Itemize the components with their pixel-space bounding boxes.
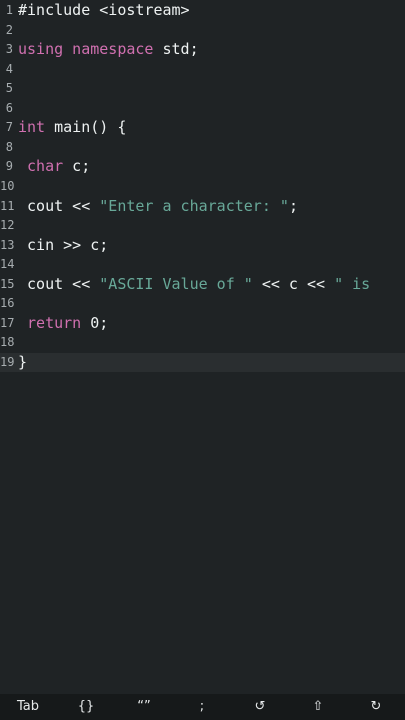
tab-key[interactable]: Tab xyxy=(4,694,52,720)
code-line[interactable]: 12 xyxy=(0,216,405,236)
code-token: ; xyxy=(288,196,298,215)
line-number: 13 xyxy=(0,237,15,252)
code-token: std; xyxy=(153,40,199,59)
semicolon-key[interactable]: ; xyxy=(178,694,226,720)
line-number: 14 xyxy=(0,257,15,272)
undo-key[interactable]: ↺ xyxy=(236,694,284,720)
code-line[interactable]: 14 xyxy=(0,255,405,275)
line-number: 11 xyxy=(0,198,15,213)
code-token: cout << xyxy=(18,274,100,293)
line-number: 9 xyxy=(5,159,13,174)
code-line[interactable]: 2 xyxy=(0,21,405,41)
code-text: using namespace std; xyxy=(18,40,199,60)
keyword-token: using namespace xyxy=(18,40,154,59)
line-number: 15 xyxy=(0,276,15,291)
code-line[interactable]: 7 int main() { xyxy=(0,118,405,138)
code-line[interactable]: 3 using namespace std; xyxy=(0,40,405,60)
line-number: 2 xyxy=(5,22,13,37)
line-number: 10 xyxy=(0,178,15,193)
shift-key[interactable]: ⇧ xyxy=(294,694,342,720)
string-token: "ASCII Value of " xyxy=(99,274,253,293)
code-token: #include <iostream> xyxy=(18,1,190,19)
line-number: 8 xyxy=(5,139,13,154)
keyword-token: return xyxy=(27,313,82,332)
code-line[interactable]: 13 cin >> c; xyxy=(0,236,405,256)
code-text: cout << "ASCII Value of " << c << " is xyxy=(18,275,370,295)
code-line[interactable]: 16 xyxy=(0,294,405,314)
line-number: 12 xyxy=(0,218,15,233)
code-text: #include <iostream> xyxy=(18,1,190,21)
string-token: " is xyxy=(334,274,371,293)
line-number: 18 xyxy=(0,335,15,350)
redo-key[interactable]: ↻ xyxy=(352,694,400,720)
code-text: cin >> c; xyxy=(18,236,108,256)
keyword-token: int xyxy=(18,118,46,137)
code-text: int main() { xyxy=(18,118,126,138)
quotes-key[interactable]: “” xyxy=(120,694,168,720)
code-line[interactable]: 15 cout << "ASCII Value of " << c << " i… xyxy=(0,275,405,295)
code-text: return 0; xyxy=(18,314,108,334)
code-text: } xyxy=(18,353,27,373)
code-editor[interactable]: 1 #include <iostream> 2 3 using namespace st… xyxy=(0,0,405,694)
code-token: cin >> c; xyxy=(18,235,109,254)
code-line[interactable]: 10 xyxy=(0,177,405,197)
keyword-token: char xyxy=(27,157,64,176)
code-line[interactable]: 1 #include <iostream> xyxy=(0,1,405,21)
line-number: 1 xyxy=(5,3,13,17)
line-number: 4 xyxy=(5,61,13,76)
code-line[interactable]: 18 xyxy=(0,333,405,353)
braces-key[interactable]: {} xyxy=(62,694,110,720)
code-line[interactable]: 5 xyxy=(0,79,405,99)
extra-keys-toolbar: Tab {} “”; ↺ ⇧ ↻ xyxy=(0,694,405,720)
code-token: main() { xyxy=(45,118,127,137)
code-token: 0; xyxy=(81,313,109,332)
string-token: "Enter a character: " xyxy=(99,196,289,215)
code-line[interactable]: 4 xyxy=(0,60,405,80)
code-text: char c; xyxy=(18,157,90,177)
line-number: 5 xyxy=(5,81,13,96)
line-number: 17 xyxy=(0,315,15,330)
line-number: 16 xyxy=(0,296,15,311)
code-line[interactable]: 8 xyxy=(0,138,405,158)
code-line[interactable]: 11 cout << "Enter a character: "; xyxy=(0,197,405,217)
code-token: << c << xyxy=(252,274,335,293)
code-line[interactable]: 6 xyxy=(0,99,405,119)
code-token: cout << xyxy=(18,196,100,215)
line-number: 6 xyxy=(5,100,13,115)
code-token: c; xyxy=(63,157,91,176)
line-number: 3 xyxy=(5,42,13,57)
line-number: 7 xyxy=(5,120,13,135)
code-line[interactable]: 19} xyxy=(0,352,405,373)
code-line[interactable]: 9 char c; xyxy=(0,157,405,177)
line-number: 19 xyxy=(0,354,15,369)
code-text: cout << "Enter a character: "; xyxy=(18,197,298,217)
code-token: } xyxy=(18,352,28,371)
code-line[interactable]: 17 return 0; xyxy=(0,314,405,334)
